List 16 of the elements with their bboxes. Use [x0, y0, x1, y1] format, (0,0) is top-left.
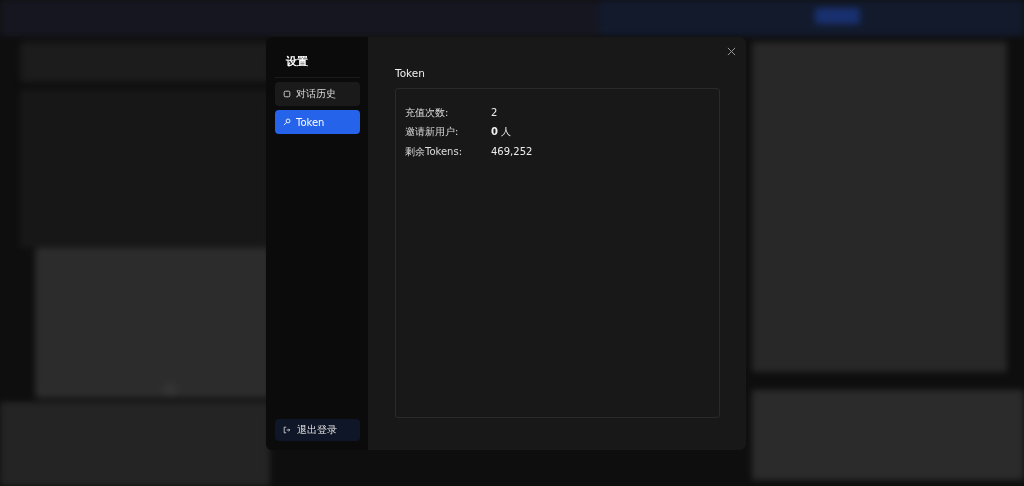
stat-value: 2: [491, 107, 498, 119]
close-icon: [727, 47, 736, 56]
square-icon: [283, 90, 291, 98]
logout-icon: [283, 426, 291, 434]
stat-label: 剩余Tokens:: [405, 144, 464, 159]
nav-item[interactable]: Token: [275, 110, 360, 134]
logout-button[interactable]: 退出登录: [275, 419, 360, 441]
stat-value: 0 人: [491, 125, 512, 140]
stat-value: 469,252: [491, 146, 533, 158]
nav-item[interactable]: 对话历史: [275, 82, 360, 106]
stat-label: 邀请新用户:: [405, 125, 460, 140]
key-icon: [283, 118, 291, 126]
close-button[interactable]: [725, 45, 738, 58]
section-title: Token: [395, 67, 426, 79]
dialog-title: 设置: [285, 54, 309, 70]
stat-label: 充值次数:: [405, 105, 450, 120]
